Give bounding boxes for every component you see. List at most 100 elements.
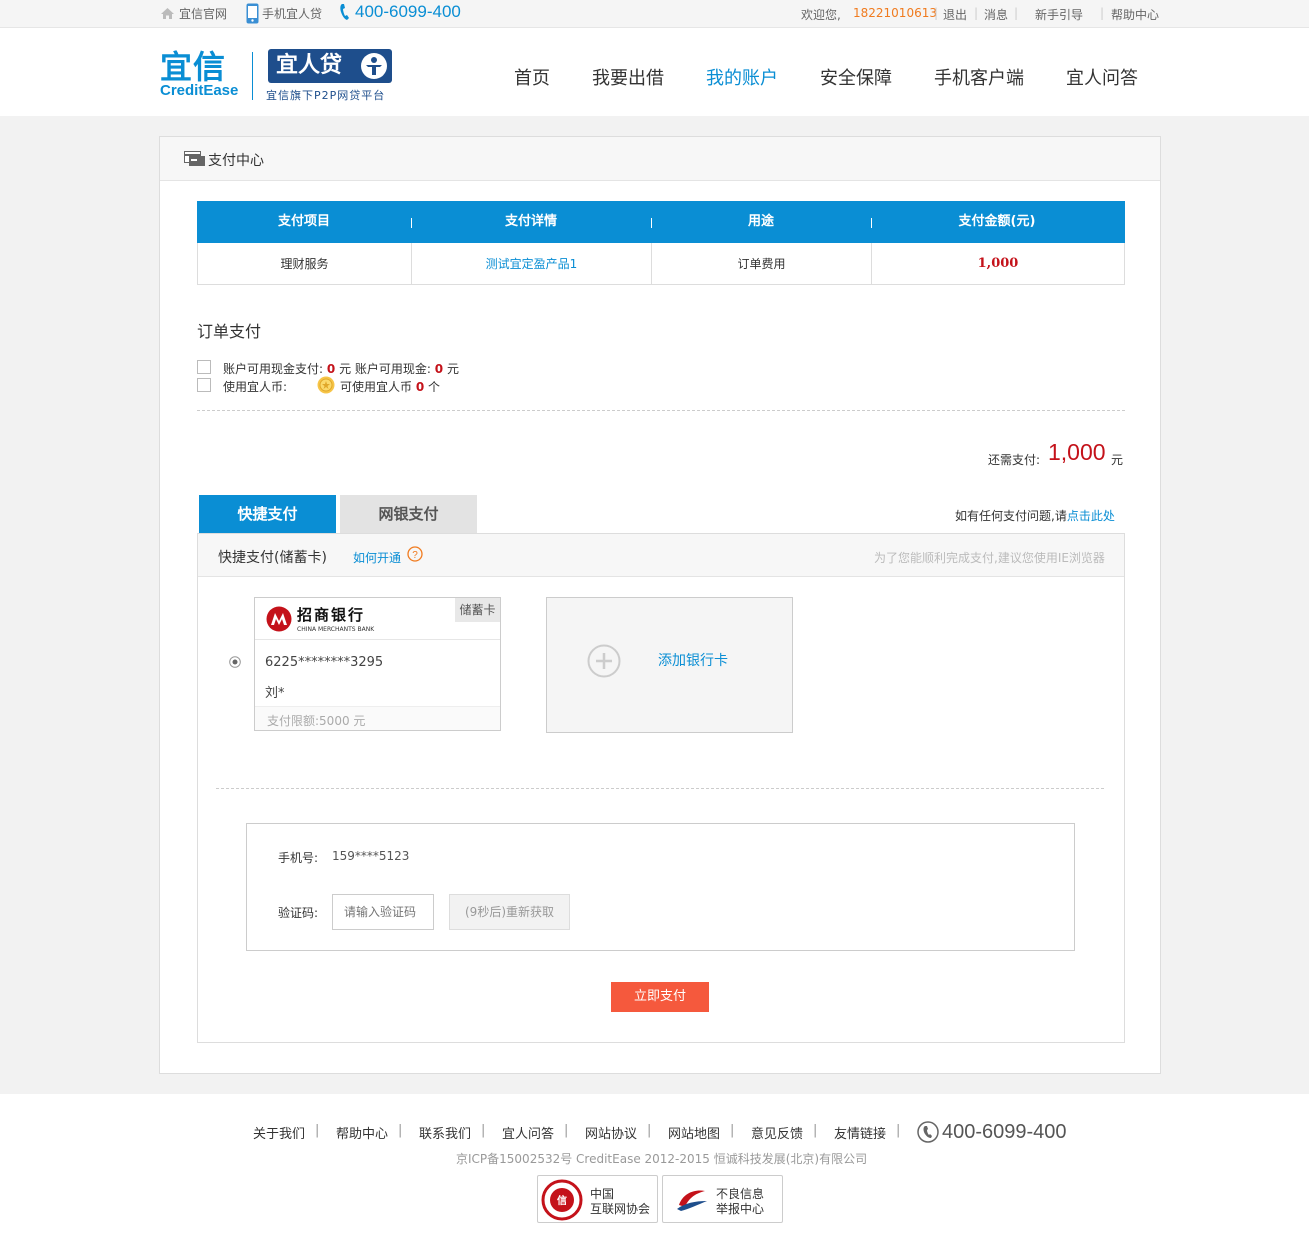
payment-help-link[interactable]: 点击此处 [1067,509,1115,523]
logo2-text: 宜人贷 [276,53,343,78]
table-header-cell: 支付详情 [504,214,557,229]
tab-quick-pay[interactable]: 快捷支付 [199,495,336,533]
bank-card-header: 招商银行 CHINA MERCHANTS BANK 储蓄卡 [255,598,500,640]
nav-home[interactable]: 首页 [514,64,550,90]
cash-available-value: 0 [434,362,444,376]
plus-circle-icon [587,644,621,681]
yirendai-logo[interactable]: 宜人贷 [268,49,392,83]
payment-help-text: 如有任何支付问题,请点击此处 [955,507,1115,524]
coin-pay-label: 使用宜人币: [223,380,288,394]
internet-society-badge[interactable]: 信 中国 互联网协会 [537,1175,658,1223]
logo2-subtitle: 宜信旗下P2P网贷平台 [266,89,386,102]
divider: | [1100,6,1105,20]
verify-form: 手机号: 159****5123 验证码: (9秒后)重新获取 [246,823,1075,951]
svg-text:?: ? [412,550,418,561]
resend-code-button[interactable]: (9秒后)重新获取 [449,894,570,930]
quick-pay-box: 快捷支付(储蓄卡) 如何开通 ? 为了您能顺利完成支付,建议您使用IE浏览器 招… [197,533,1125,1043]
divider: | [398,1123,403,1138]
nav-mobile-client[interactable]: 手机客户端 [934,64,1024,90]
divider: | [896,1123,901,1138]
cmb-logo-icon [266,606,292,635]
footer-phone: 400-6099-400 [942,1121,1067,1143]
table-header-cell: 支付项目 [277,214,330,229]
home-icon [160,7,175,23]
cash-pay-row: 账户可用现金支付: 0 元 账户可用现金: 0 元 [223,360,459,377]
coin-unit: 个 [428,380,441,394]
table-cell-amount: 1,000 [977,256,1019,271]
table-header-cell: 支付金额(元) [958,214,1036,229]
nav-security[interactable]: 安全保障 [820,64,892,90]
username-link[interactable]: 18221010613 [853,6,937,20]
messages-link[interactable]: 消息 [984,6,1008,23]
payment-panel: 支付中心 支付项目 支付详情 用途 支付金额(元) 理财服务 测试宜定盈产品1 … [159,136,1161,1074]
footer-link-agreement[interactable]: 网站协议 [585,1123,637,1142]
coin-pay-checkbox[interactable] [197,378,211,392]
question-icon[interactable]: ? [407,546,423,565]
bank-card[interactable]: 招商银行 CHINA MERCHANTS BANK 储蓄卡 6225******… [254,597,501,731]
cash-available-label: 账户可用现金: [354,362,431,376]
add-bank-card-button[interactable]: 添加银行卡 [546,597,793,733]
guide-link[interactable]: 新手引导 [1035,6,1083,23]
badge2-line2: 举报中心 [716,1202,765,1216]
creditease-logo[interactable]: 宜信 CreditEase [160,50,242,98]
nav-my-account[interactable]: 我的账户 [706,64,778,90]
cash-pay-checkbox[interactable] [197,360,211,374]
site-header: 宜信 CreditEase 宜人贷 宜信旗下P2P网贷平台 首页 我要出借 我的… [0,28,1309,116]
divider: | [1014,6,1019,20]
card-limit: 支付限额:5000 元 [267,714,366,728]
amount-due-value: 1,000 [1048,439,1106,465]
phone-icon [339,3,350,24]
code-label: 验证码: [278,906,319,920]
badge1-line2: 互联网协会 [590,1202,651,1216]
mobile-phone-icon [246,3,259,27]
divider: | [730,1123,735,1138]
table-row: 理财服务 测试宜定盈产品1 订单费用 1,000 [197,243,1125,285]
product-detail-link[interactable]: 测试宜定盈产品1 [412,243,652,284]
quick-pay-title: 快捷支付(储蓄卡) [218,550,327,566]
phone-label: 手机号: [278,851,319,865]
verification-code-input[interactable] [332,894,434,930]
mobile-app-link[interactable]: 手机宜人贷 [262,5,322,22]
footer-link-feedback[interactable]: 意见反馈 [751,1123,803,1142]
cash-pay-unit: 元 [339,362,352,376]
footer-link-friends[interactable]: 友情链接 [834,1123,886,1142]
logo-divider [252,52,253,100]
divider: | [481,1123,486,1138]
logout-link[interactable]: 退出 [943,6,967,23]
amount-due-label: 还需支付: [988,453,1041,467]
official-site-link[interactable]: 宜信官网 [179,5,227,22]
help-center-link[interactable]: 帮助中心 [1111,6,1159,23]
tab-netbank-pay[interactable]: 网银支付 [340,495,477,533]
nav-lend[interactable]: 我要出借 [592,64,664,90]
phone-value: 159****5123 [332,849,410,863]
how-to-open-link[interactable]: 如何开通 [353,549,401,566]
table-header-row: 支付项目 支付详情 用途 支付金额(元) [197,201,1125,243]
footer-link-qa[interactable]: 宜人问答 [502,1123,554,1142]
card-holder: 刘* [265,686,285,701]
divider: | [974,6,979,20]
divider: | [564,1123,569,1138]
card-radio[interactable] [229,656,241,671]
card-type-tag: 储蓄卡 [455,598,500,622]
card-number: 6225********3295 [265,655,384,670]
footer-link-help[interactable]: 帮助中心 [336,1123,388,1142]
footer-link-sitemap[interactable]: 网站地图 [668,1123,720,1142]
coin-icon [317,376,335,397]
people-logo-icon [360,52,388,91]
divider [216,788,1104,789]
pay-now-button[interactable]: 立即支付 [611,982,709,1012]
footer-link-about[interactable]: 关于我们 [253,1123,305,1142]
order-table: 支付项目 支付详情 用途 支付金额(元) 理财服务 测试宜定盈产品1 订单费用 … [197,201,1125,285]
divider: | [315,1123,320,1138]
logo-cn-text: 宜信 [160,48,227,86]
cash-available-unit: 元 [446,362,459,376]
report-center-badge[interactable]: 不良信息 举报中心 [662,1175,783,1223]
footer-phone-icon [917,1121,939,1146]
table-cell-purpose: 订单费用 [652,243,872,284]
footer-link-contact[interactable]: 联系我们 [419,1123,471,1142]
nav-qa[interactable]: 宜人问答 [1066,64,1138,90]
bank-name-en: CHINA MERCHANTS BANK [297,626,375,633]
browser-hint: 为了您能顺利完成支付,建议您使用IE浏览器 [874,551,1105,565]
divider: | [647,1123,652,1138]
amount-due-unit: 元 [1111,453,1124,467]
